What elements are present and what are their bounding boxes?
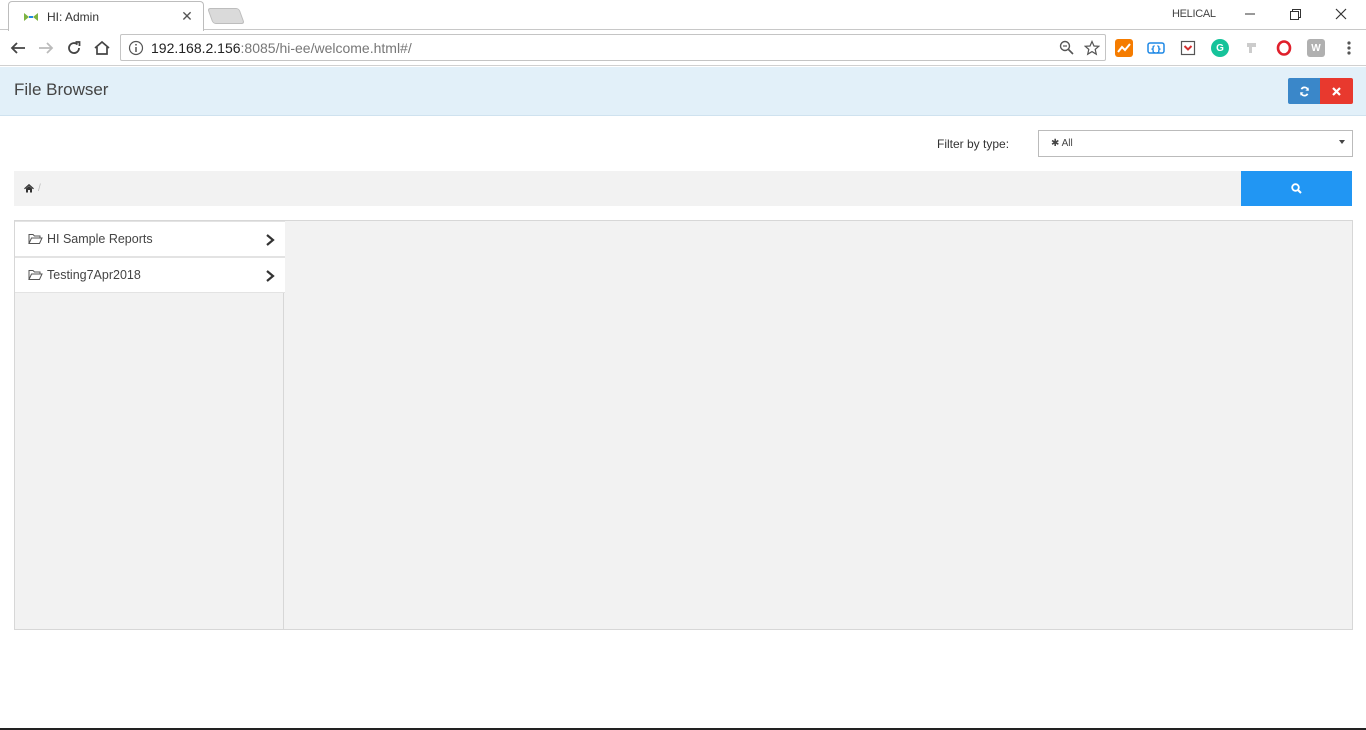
file-content-pane (285, 221, 1352, 629)
pocket-extension-icon[interactable] (1179, 39, 1197, 57)
info-icon[interactable] (128, 40, 144, 56)
opera-extension-icon[interactable] (1275, 39, 1293, 57)
window-close-icon[interactable] (1326, 4, 1356, 24)
tab-title: HI: Admin (47, 9, 100, 24)
folder-label: HI Sample Reports (47, 232, 153, 246)
folder-label: Testing7Apr2018 (47, 268, 141, 282)
restore-icon[interactable] (1280, 4, 1310, 24)
address-bar[interactable]: 192.168.2.156:8085/hi-ee/welcome.html#/ (120, 34, 1106, 61)
filter-type-select[interactable]: ✱ All (1038, 130, 1353, 157)
close-button[interactable] (1320, 78, 1353, 104)
file-browser-panel: HI Sample Reports Testing7Apr2018 (14, 220, 1353, 630)
back-arrow-icon[interactable] (6, 36, 30, 60)
analytics-extension-icon[interactable] (1115, 39, 1133, 57)
filter-selected-value: ✱ All (1051, 138, 1073, 149)
url-host: 192.168.2.156 (151, 39, 241, 56)
browser-toolbar: 192.168.2.156:8085/hi-ee/welcome.html#/ … (0, 30, 1366, 66)
grammarly-extension-icon[interactable]: G (1211, 39, 1229, 57)
reload-icon[interactable] (62, 36, 86, 60)
url-path: :8085/hi-ee/welcome.html#/ (240, 39, 412, 56)
tab-close-icon[interactable]: ✕ (179, 8, 195, 25)
refresh-button[interactable] (1288, 78, 1320, 104)
w-extension-icon[interactable]: W (1307, 39, 1325, 57)
svg-text:{}: {} (1150, 45, 1161, 54)
app-header: File Browser (0, 67, 1366, 116)
zoom-icon[interactable] (1053, 35, 1079, 60)
bracket-extension-icon[interactable]: {} (1147, 39, 1165, 57)
paint-extension-icon[interactable] (1243, 39, 1261, 57)
chevron-right-icon (266, 234, 275, 246)
url-text[interactable]: 192.168.2.156:8085/hi-ee/welcome.html#/ (151, 40, 1053, 56)
browser-tab-active[interactable]: HI: Admin ✕ (8, 1, 204, 31)
breadcrumb: / (14, 171, 1241, 206)
search-button[interactable] (1241, 171, 1352, 206)
home-icon[interactable] (90, 36, 114, 60)
folder-open-icon (28, 270, 43, 280)
search-icon (1291, 183, 1302, 194)
page-title: File Browser (14, 80, 109, 99)
home-icon[interactable] (24, 184, 34, 193)
filter-label: Filter by type: (937, 137, 1010, 151)
menu-dots-icon[interactable] (1337, 36, 1361, 60)
close-icon (1332, 86, 1341, 96)
folder-tree-pane: HI Sample Reports Testing7Apr2018 (15, 221, 285, 629)
minimize-icon[interactable] (1235, 4, 1265, 24)
forward-arrow-icon[interactable] (34, 36, 58, 60)
folder-item-testing7apr2018[interactable]: Testing7Apr2018 (15, 257, 285, 293)
tab-bar: HI: Admin ✕ HELICAL (0, 0, 1366, 31)
bookmark-star-icon[interactable] (1079, 35, 1105, 60)
folder-item-hi-sample-reports[interactable]: HI Sample Reports (15, 221, 285, 257)
caret-down-icon (1339, 140, 1345, 144)
folder-open-icon (28, 234, 43, 244)
profile-name[interactable]: HELICAL (1172, 8, 1216, 20)
refresh-icon (1299, 86, 1309, 96)
breadcrumb-separator: / (38, 183, 41, 194)
helical-logo-icon (24, 12, 38, 21)
new-tab-button[interactable] (207, 8, 245, 24)
chevron-right-icon (266, 270, 275, 282)
